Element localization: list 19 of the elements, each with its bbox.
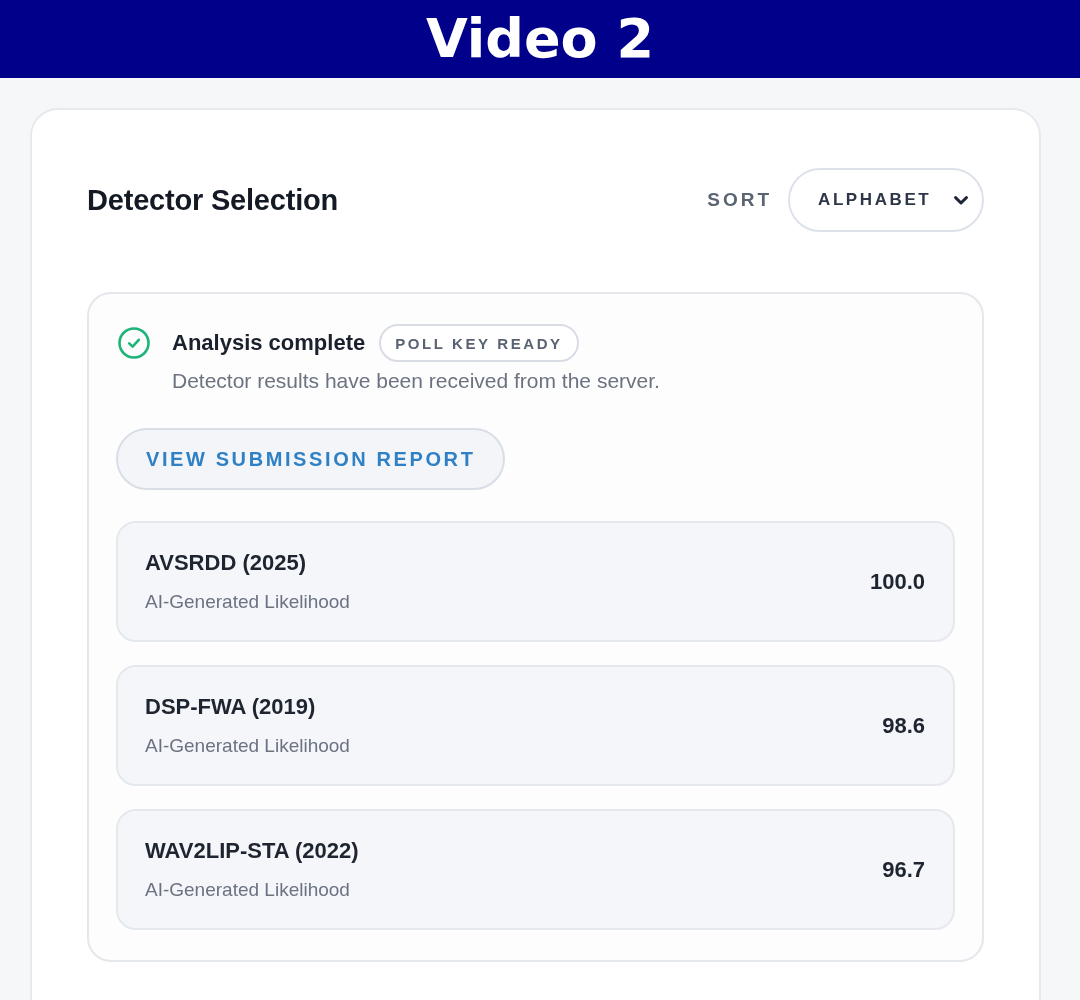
status-title: Analysis complete [172, 330, 366, 356]
metric-label: AI-Generated Likelihood [145, 733, 350, 758]
status-badge: POLL KEY READY [379, 324, 579, 362]
detector-name: WAV2LIP-STA (2022) [145, 837, 359, 864]
view-report-button[interactable]: VIEW SUBMISSION REPORT [116, 428, 506, 490]
check-circle-icon [118, 327, 150, 359]
score-value: 96.7 [882, 856, 925, 883]
section-title: Detector Selection [87, 183, 339, 217]
metric-label: AI-Generated Likelihood [145, 589, 350, 614]
sort-dropdown[interactable]: ALPHABET [788, 168, 984, 232]
chevron-down-icon [954, 195, 968, 205]
banner-title: Video 2 [425, 12, 655, 66]
sort-label: SORT [707, 189, 772, 211]
detector-name: DSP-FWA (2019) [145, 693, 316, 720]
score-value: 98.6 [882, 712, 925, 739]
status-message: Detector results have been received from the server. [172, 368, 661, 394]
detector-name: AVSRDD (2025) [145, 549, 306, 576]
score-value: 100.0 [869, 568, 925, 595]
metric-label: AI-Generated Likelihood [145, 877, 350, 902]
